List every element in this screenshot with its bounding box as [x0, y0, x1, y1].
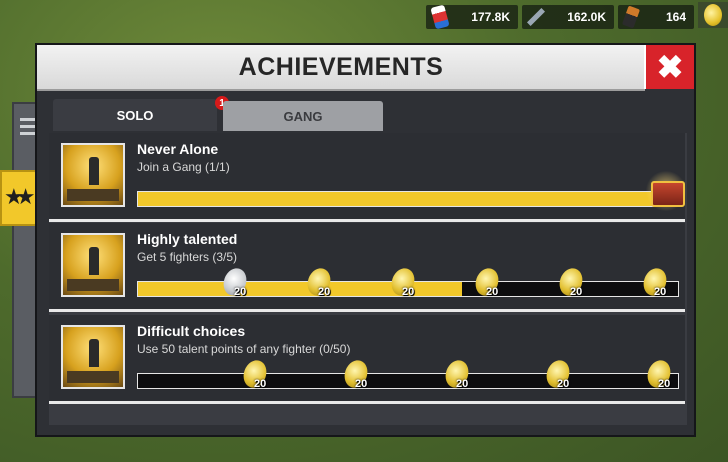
reward-amount: 20	[570, 286, 583, 298]
gold-coin-button[interactable]	[698, 2, 728, 28]
resource-bolt: 162.0K	[522, 5, 614, 29]
reward-amount: 20	[557, 378, 570, 390]
reward-amount: 20	[486, 286, 499, 298]
reward-amount: 20	[254, 378, 267, 390]
resource-battery: 164	[618, 5, 694, 29]
achievement-trophy-icon	[61, 233, 125, 297]
achievement-row: Highly talented Get 5 fighters (3/5) 20 …	[49, 223, 685, 312]
reward-amount: 20	[654, 286, 667, 298]
tab-gang-label: GANG	[283, 108, 323, 124]
close-icon: ✖	[656, 49, 684, 85]
achievement-row: Never Alone Join a Gang (1/1)	[49, 133, 687, 222]
achievement-row: Difficult choices Use 50 talent points o…	[49, 315, 685, 404]
stars-icon: ★★	[4, 184, 36, 209]
tab-solo-label: SOLO	[116, 107, 154, 123]
resource-soda-value: 177.8K	[471, 10, 510, 24]
resource-battery-value: 164	[665, 10, 686, 24]
reward-amount: 20	[318, 286, 331, 298]
dialog-title: ACHIEVEMENTS	[238, 52, 444, 81]
tab-solo[interactable]: SOLO	[53, 99, 217, 131]
gold-coin-icon	[704, 4, 722, 26]
reward-coin[interactable]: 20	[387, 265, 420, 304]
resource-bolt-value: 162.0K	[567, 10, 606, 24]
tab-gang[interactable]: GANG	[223, 101, 383, 131]
achievement-list[interactable]: Never Alone Join a Gang (1/1) Highly tal…	[49, 133, 687, 425]
progress-bar	[137, 373, 679, 389]
achievement-trophy-icon	[61, 325, 125, 389]
achievement-name: Highly talented	[137, 231, 238, 247]
reward-chest-button[interactable]	[645, 171, 687, 211]
reward-coin[interactable]: 20	[303, 265, 336, 304]
achievement-description: Get 5 fighters (3/5)	[137, 250, 238, 264]
achievement-description: Use 50 talent points of any fighter (0/5…	[137, 342, 351, 356]
battery-icon	[621, 5, 642, 29]
reward-coin[interactable]: 20	[239, 357, 272, 396]
reward-coin[interactable]: 20	[340, 357, 373, 396]
reward-amount: 20	[355, 378, 368, 390]
side-tab-achievements[interactable]: ★★	[0, 170, 40, 226]
reward-coin[interactable]: 20	[441, 357, 474, 396]
achievement-trophy-icon	[61, 143, 125, 207]
achievement-name: Difficult choices	[137, 323, 246, 339]
reward-coin[interactable]: 20	[639, 265, 672, 304]
reward-amount: 20	[402, 286, 415, 298]
reward-coin[interactable]: 20	[471, 265, 504, 304]
chest-icon	[651, 181, 685, 207]
resource-soda: 177.8K	[426, 4, 518, 30]
resource-bar: 177.8K 162.0K 164	[422, 2, 728, 32]
achievements-dialog: ACHIEVEMENTS ✖ SOLO 1 GANG Never Alone J…	[35, 43, 696, 437]
achievement-name: Never Alone	[137, 141, 219, 157]
reward-coin[interactable]: 20	[555, 265, 588, 304]
progress-bar	[137, 191, 679, 207]
achievement-description: Join a Gang (1/1)	[137, 160, 230, 174]
progress-fill	[138, 192, 678, 206]
reward-amount: 20	[234, 286, 247, 298]
dialog-titlebar: ACHIEVEMENTS	[37, 45, 645, 91]
reward-amount: 20	[456, 378, 469, 390]
reward-coin[interactable]: 20	[542, 357, 575, 396]
soda-can-icon	[430, 4, 450, 30]
reward-amount: 20	[658, 378, 671, 390]
reward-coin-claimed: 20	[219, 265, 252, 304]
close-button[interactable]: ✖	[644, 45, 694, 89]
reward-coin[interactable]: 20	[643, 357, 676, 396]
bolt-icon	[526, 5, 546, 29]
